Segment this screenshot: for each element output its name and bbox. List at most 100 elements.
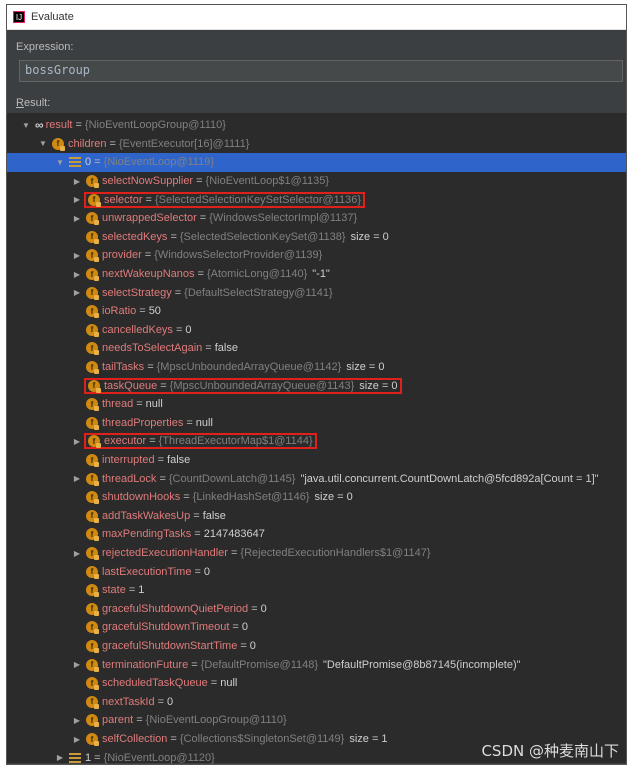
expand-right-icon[interactable]: ▶ xyxy=(72,176,82,186)
field-content: f needsToSelectAgain = false xyxy=(86,342,238,356)
tree-row-needsToSelectAgain[interactable]: f needsToSelectAgain = false xyxy=(7,339,626,358)
equals-sign: = xyxy=(183,491,190,504)
equals-sign: = xyxy=(139,305,146,318)
expand-right-icon[interactable]: ▶ xyxy=(72,474,82,484)
tree-row-selectedKeys[interactable]: f selectedKeys = {SelectedSelectionKeySet@1… xyxy=(7,228,626,247)
tree-row-provider[interactable]: ▶ f provider = {WindowsSelectorProvider@1139… xyxy=(7,246,626,265)
equals-sign: = xyxy=(145,193,152,206)
field-name: gracefulShutdownTimeout xyxy=(102,621,230,634)
equals-sign: = xyxy=(191,658,198,671)
equals-sign: = xyxy=(157,695,165,708)
tree-row-selectStrategy[interactable]: ▶ f selectStrategy = {DefaultSelectStrategy@… xyxy=(7,283,626,302)
tree-row-tailTasks[interactable]: f tailTasks = {MpscUnboundedArrayQueue@1142… xyxy=(7,358,626,377)
field-name: selectStrategy xyxy=(102,286,172,299)
tree-row-maxPendingTasks[interactable]: f maxPendingTasks = 2147483647 xyxy=(7,525,626,544)
tree-row-state[interactable]: f state = 1 xyxy=(7,581,626,600)
field-name: state xyxy=(102,584,126,597)
field-icon: f xyxy=(86,361,99,375)
field-icon: f xyxy=(86,714,99,728)
tree-row-unwrappedSelector[interactable]: ▶ f unwrappedSelector = {WindowsSelectorImpl… xyxy=(7,209,626,228)
field-icon: f xyxy=(86,268,99,282)
tree-row-scheduledTaskQueue[interactable]: f scheduledTaskQueue = null xyxy=(7,674,626,693)
field-icon: f xyxy=(86,602,99,616)
field-content: f maxPendingTasks = 2147483647 xyxy=(86,528,265,542)
title-bar: IJ Evaluate xyxy=(7,5,626,30)
field-content: ∞ result = {NioEventLoopGroup@1110} xyxy=(35,118,226,132)
expand-down-icon[interactable]: ▼ xyxy=(38,139,48,149)
tree-row-threadProperties[interactable]: f threadProperties = null xyxy=(7,414,626,433)
field-type: {NioEventLoop$1@1135} xyxy=(205,175,330,188)
field-name: rejectedExecutionHandler xyxy=(102,547,228,560)
tree-row-cancelledKeys[interactable]: f cancelledKeys = 0 xyxy=(7,321,626,340)
tree-row-rejectedExecutionHandler[interactable]: ▶ f rejectedExecutionHandler = {RejectedExec… xyxy=(7,544,626,563)
field-value: 0 xyxy=(167,695,174,708)
field-name: nextWakeupNanos xyxy=(102,268,195,281)
tree-row-taskQueue[interactable]: f taskQueue = {MpscUnboundedArrayQueue@1143… xyxy=(7,376,626,395)
field-value: 0 xyxy=(203,565,211,578)
field-icon: f xyxy=(86,305,99,319)
field-icon: f xyxy=(86,565,99,579)
tree-row-gracefulShutdownStartTime[interactable]: f gracefulShutdownStartTime = 0 xyxy=(7,637,626,656)
tree-row-terminationFuture[interactable]: ▶ f terminationFuture = {DefaultPromise@1148… xyxy=(7,655,626,674)
tree-row-threadLock[interactable]: ▶ f threadLock = {CountDownLatch@1145} "java.… xyxy=(7,469,626,488)
field-content: f scheduledTaskQueue = null xyxy=(86,677,237,691)
tree-row-thread[interactable]: f thread = null xyxy=(7,395,626,414)
expand-right-icon[interactable]: ▶ xyxy=(72,548,82,558)
equals-sign: = xyxy=(159,472,166,485)
equals-sign: = xyxy=(197,268,204,281)
field-content: f addTaskWakesUp = false xyxy=(86,509,226,523)
tree-row-children[interactable]: ▼ f children = {EventExecutor[16]@1111} xyxy=(7,135,626,154)
expand-right-icon[interactable]: ▶ xyxy=(72,269,82,279)
expand-right-icon[interactable]: ▶ xyxy=(72,660,82,670)
tree-row-interrupted[interactable]: f interrupted = false xyxy=(7,451,626,470)
equals-sign: = xyxy=(170,230,177,243)
tree-row-lastExecutionTime[interactable]: f lastExecutionTime = 0 xyxy=(7,562,626,581)
expression-input[interactable]: bossGroup xyxy=(19,60,623,82)
array-element-icon xyxy=(69,752,81,763)
tree-row-nextTaskId[interactable]: f nextTaskId = 0 xyxy=(7,693,626,712)
tree-row-0[interactable]: ▼ 0 = {NioEventLoop@1119} xyxy=(7,153,626,172)
field-icon: f xyxy=(88,435,101,449)
highlighted-field: f taskQueue = {MpscUnboundedArrayQueue@1143… xyxy=(84,377,402,394)
tree-row-shutdownHooks[interactable]: f shutdownHooks = {LinkedHashSet@1146} size … xyxy=(7,488,626,507)
field-type: {MpscUnboundedArrayQueue@1142} xyxy=(156,361,342,374)
equals-sign: = xyxy=(136,714,143,727)
expand-right-icon[interactable]: ▶ xyxy=(72,195,82,205)
tree-row-selectNowSupplier[interactable]: ▶ f selectNowSupplier = {NioEventLoop$1@1135… xyxy=(7,172,626,191)
field-extra: "java.util.concurrent.CountDownLatch@5fc… xyxy=(300,472,599,485)
tree-row-executor[interactable]: ▶ f executor = {ThreadExecutorMap$1@1144} xyxy=(7,432,626,451)
tree-row-gracefulShutdownQuietPeriod[interactable]: f gracefulShutdownQuietPeriod = 0 xyxy=(7,600,626,619)
field-type: {ThreadExecutorMap$1@1144} xyxy=(158,435,313,448)
equals-sign: = xyxy=(205,342,212,355)
expand-right-icon[interactable]: ▶ xyxy=(72,436,82,446)
expand-right-icon[interactable]: ▶ xyxy=(72,288,82,298)
tree-row-selector[interactable]: ▶ f selector = {SelectedSelectionKeySetSelec… xyxy=(7,190,626,209)
tree-row-ioRatio[interactable]: f ioRatio = 50 xyxy=(7,302,626,321)
equals-sign: = xyxy=(75,119,82,132)
tree-row-gracefulShutdownTimeout[interactable]: f gracefulShutdownTimeout = 0 xyxy=(7,618,626,637)
tree-row-nextWakeupNanos[interactable]: ▶ f nextWakeupNanos = {AtomicLong@1140} "-1" xyxy=(7,265,626,284)
field-content: f gracefulShutdownTimeout = 0 xyxy=(86,621,248,635)
field-name: scheduledTaskQueue xyxy=(102,677,208,690)
field-content: f selectStrategy = {DefaultSelectStrategy@1… xyxy=(86,286,333,300)
expand-right-icon[interactable]: ▶ xyxy=(72,715,82,725)
expand-right-icon[interactable]: ▶ xyxy=(72,213,82,223)
expand-down-icon[interactable]: ▼ xyxy=(55,157,65,167)
field-content: f parent = {NioEventLoopGroup@1110} xyxy=(86,714,287,728)
expand-right-icon[interactable]: ▶ xyxy=(72,250,82,260)
tree-row-parent[interactable]: ▶ f parent = {NioEventLoopGroup@1110} xyxy=(7,711,626,730)
field-content: f shutdownHooks = {LinkedHashSet@1146} size … xyxy=(86,491,353,505)
field-icon: f xyxy=(52,137,65,151)
result-tree[interactable]: ▼ ∞ result = {NioEventLoopGroup@1110} ▼ f child… xyxy=(7,113,626,764)
equals-sign: = xyxy=(144,249,152,262)
expand-right-icon[interactable]: ▶ xyxy=(55,753,65,763)
field-name: selectedKeys xyxy=(102,230,168,243)
tree-row-addTaskWakesUp[interactable]: f addTaskWakesUp = false xyxy=(7,507,626,526)
tree-row-result[interactable]: ▼ ∞ result = {NioEventLoopGroup@1110} xyxy=(7,116,626,135)
field-value: null xyxy=(195,416,213,429)
expand-down-icon[interactable]: ▼ xyxy=(21,120,31,130)
expand-right-icon[interactable]: ▶ xyxy=(72,734,82,744)
